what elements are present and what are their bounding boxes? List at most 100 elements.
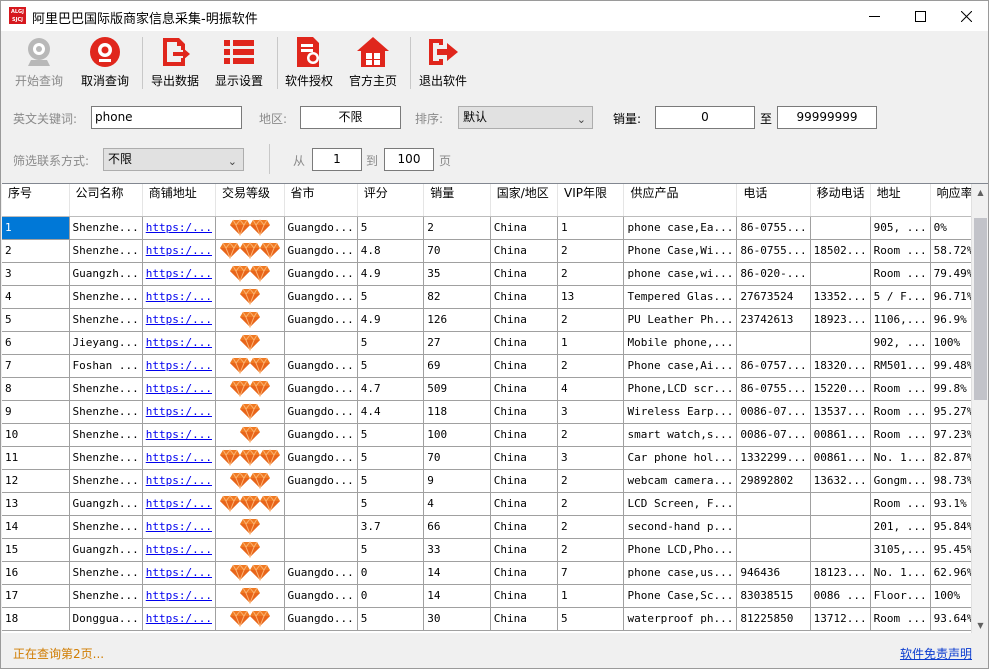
shop-link[interactable]: https:/... (142, 354, 216, 378)
column-header[interactable]: 评分 (357, 184, 425, 217)
region-input[interactable]: 不限 (300, 106, 401, 129)
shop-link[interactable]: https:/... (142, 400, 216, 424)
shop-link[interactable]: https:/... (142, 538, 216, 562)
results-grid[interactable]: 序号 公司名称 商铺地址 交易等级 省市 评分 销量 国家/地区 VIP年限 供应产品 电话 移动电话… (2, 183, 988, 633)
export-data-button[interactable]: 导出数据 (151, 34, 199, 92)
shop-link[interactable]: https:/... (142, 446, 216, 470)
table-row[interactable]: 5 Shenzhe... https:/... Guangdo... 4.9 126 Chi… (2, 308, 988, 332)
sales-min-input[interactable]: 0 (655, 106, 755, 129)
column-header[interactable]: 销量 (423, 184, 491, 217)
sort-select[interactable]: 默认 ⌄ (458, 106, 593, 129)
table-cell: 2 (557, 239, 625, 263)
exit-software-button[interactable]: 退出软件 (419, 34, 467, 92)
shop-link[interactable]: https:/... (142, 331, 216, 355)
shop-link[interactable]: https:/... (142, 515, 216, 539)
table-cell: 8 (2, 377, 70, 401)
trade-level-cell (215, 354, 285, 378)
table-cell: 00861... (810, 446, 871, 470)
keyword-input[interactable]: phone (91, 106, 242, 129)
table-row[interactable]: 16 Shenzhe... https:/... Guangdo... 0 14 China… (2, 561, 988, 585)
column-header[interactable]: 供应产品 (623, 184, 738, 217)
column-header[interactable]: 省市 (284, 184, 358, 217)
table-row[interactable]: 18 Donggua... https:/... Guangdo... 5 30 China… (2, 607, 988, 631)
diamond-icon (249, 564, 270, 581)
table-cell: 23742613 (736, 308, 811, 332)
scrollbar-thumb[interactable] (974, 218, 987, 400)
table-row[interactable]: 7 Foshan ... https:/... Guangdo... 5 69 China 2… (2, 354, 988, 378)
contact-filter-select[interactable]: 不限 ⌄ (103, 148, 244, 171)
page-to-input[interactable]: 100 (384, 148, 434, 171)
table-row[interactable]: 4 Shenzhe... https:/... Guangdo... 5 82 China 1… (2, 285, 988, 309)
minimize-button[interactable] (851, 1, 897, 31)
official-homepage-button[interactable]: 官方主页 (349, 34, 397, 92)
table-row[interactable]: 13 Guangzh... https:/... 5 4 China 2 LCD Screen… (2, 492, 988, 516)
table-row[interactable]: 2 Shenzhe... https:/... Guangdo... 4.8 70 Chin… (2, 239, 988, 263)
page-from-input[interactable]: 1 (312, 148, 362, 171)
table-row[interactable]: 10 Shenzhe... https:/... Guangdo... 5 100 Chin… (2, 423, 988, 447)
table-row[interactable]: 17 Shenzhe... https:/... Guangdo... 0 14 China… (2, 584, 988, 608)
shop-link[interactable]: https:/... (142, 308, 216, 332)
sales-max-input[interactable]: 99999999 (777, 106, 877, 129)
table-cell: Guangdo... (284, 400, 358, 424)
table-row[interactable]: 8 Shenzhe... https:/... Guangdo... 4.7 509 Chi… (2, 377, 988, 401)
keyword-label: 英文关键词: (13, 112, 78, 126)
table-cell: Room ... (870, 377, 931, 401)
column-header[interactable]: 电话 (736, 184, 811, 217)
table-cell: 5 (357, 469, 425, 493)
shop-link[interactable]: https:/... (142, 262, 216, 286)
table-row[interactable]: 9 Shenzhe... https:/... Guangdo... 4.4 118 Chi… (2, 400, 988, 424)
table-row[interactable]: 6 Jieyang... https:/... 5 27 China 1 Mobile pho… (2, 331, 988, 355)
shop-link[interactable]: https:/... (142, 423, 216, 447)
column-header[interactable]: 序号 (2, 184, 70, 217)
maximize-button[interactable] (897, 1, 943, 31)
table-cell: 13632... (810, 469, 871, 493)
table-cell: 3 (557, 400, 625, 424)
maximize-icon (914, 10, 926, 22)
table-cell: LCD Screen, F... (623, 492, 738, 516)
shop-link[interactable]: https:/... (142, 584, 216, 608)
vertical-scrollbar[interactable]: ▲ ▼ (971, 184, 988, 633)
shop-link[interactable]: https:/... (142, 561, 216, 585)
column-header[interactable]: 公司名称 (69, 184, 143, 217)
column-header[interactable]: 移动电话 (810, 184, 871, 217)
shop-link[interactable]: https:/... (142, 492, 216, 516)
diamond-icon (229, 610, 250, 627)
shop-link[interactable]: https:/... (142, 285, 216, 309)
table-row[interactable]: 3 Guangzh... https:/... Guangdo... 4.9 35 Chin… (2, 262, 988, 286)
table-row[interactable]: 15 Guangzh... https:/... 5 33 China 2 Phone LCD… (2, 538, 988, 562)
column-header[interactable]: 交易等级 (215, 184, 285, 217)
scroll-up-icon[interactable]: ▲ (972, 184, 988, 201)
exit-software-label: 退出软件 (419, 74, 468, 88)
shop-link[interactable]: https:/... (142, 607, 216, 631)
table-cell: China (490, 262, 559, 286)
scroll-down-icon[interactable]: ▼ (972, 617, 988, 633)
table-row[interactable]: 1 Shenzhe... https:/... Guangdo... 5 2 China 1 p… (2, 216, 988, 240)
table-cell: Room ... (870, 262, 931, 286)
start-query-button[interactable]: 开始查询 (15, 34, 63, 92)
table-cell: 4.8 (357, 239, 425, 263)
display-settings-button[interactable]: 显示设置 (215, 34, 263, 92)
main-window: ALGJ SJCJ 阿里巴巴国际版商家信息采集-明振软件 开始查询 取消查询 导… (0, 0, 989, 669)
table-cell: Wireless Earp... (623, 400, 738, 424)
column-header[interactable]: 地址 (870, 184, 931, 217)
shop-link[interactable]: https:/... (142, 239, 216, 263)
table-row[interactable]: 12 Shenzhe... https:/... Guangdo... 5 9 China 2… (2, 469, 988, 493)
diamond-icon (239, 495, 260, 512)
sales-label: 销量: (613, 112, 642, 126)
column-header[interactable]: VIP年限 (557, 184, 625, 217)
table-row[interactable]: 14 Shenzhe... https:/... 3.7 66 China 2 second-… (2, 515, 988, 539)
cancel-query-button[interactable]: 取消查询 (81, 34, 129, 92)
software-license-button[interactable]: 软件授权 (285, 34, 333, 92)
table-cell: Guangdo... (284, 377, 358, 401)
table-row[interactable]: 11 Shenzhe... https:/... Guangdo... 5 70 China… (2, 446, 988, 470)
table-cell: Guangdo... (284, 285, 358, 309)
table-cell: 3 (2, 262, 70, 286)
column-header[interactable]: 商铺地址 (142, 184, 216, 217)
shop-link[interactable]: https:/... (142, 377, 216, 401)
shop-link[interactable]: https:/... (142, 469, 216, 493)
shop-link[interactable]: https:/... (142, 216, 216, 240)
table-cell: No. 1... (870, 561, 931, 585)
close-button[interactable] (943, 1, 988, 31)
disclaimer-link[interactable]: 软件免责声明 (900, 645, 972, 662)
column-header[interactable]: 国家/地区 (490, 184, 559, 217)
